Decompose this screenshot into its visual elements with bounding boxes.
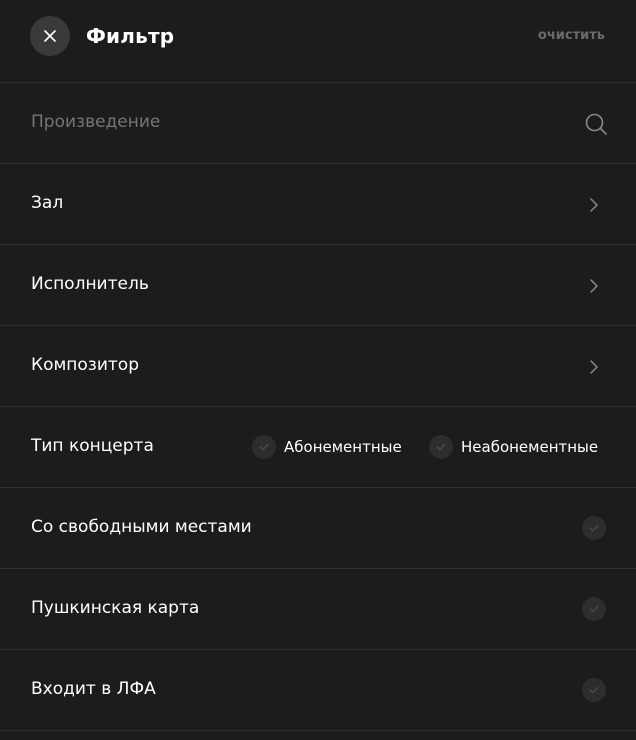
- filter-row-performer[interactable]: Исполнитель: [0, 245, 636, 326]
- option-non-subscription[interactable]: Неабонементные: [429, 435, 598, 459]
- filter-label-hall: Зал: [31, 193, 64, 213]
- chevron-right-icon: [590, 279, 598, 293]
- checkbox-pushkin-card[interactable]: [582, 597, 606, 621]
- option-subscription[interactable]: Абонементные: [252, 435, 402, 459]
- filter-header: Фильтр очистить: [0, 0, 636, 83]
- filter-label-concert-type: Тип концерта: [31, 436, 154, 456]
- checkbox-lfa[interactable]: [582, 678, 606, 702]
- option-label-non-subscription: Неабонементные: [461, 438, 599, 456]
- page-title: Фильтр: [86, 24, 175, 48]
- filter-row-concert-type: Тип концерта Абонементные Неабонементные: [0, 407, 636, 488]
- clear-button[interactable]: очистить: [538, 28, 605, 44]
- checkmark-icon: [589, 524, 599, 532]
- filter-row-lfa[interactable]: Входит в ЛФА: [0, 650, 636, 731]
- search-input[interactable]: Произведение: [31, 111, 160, 133]
- checkmark-icon: [436, 443, 446, 451]
- checkmark-icon: [589, 686, 599, 694]
- filter-row-free-seats[interactable]: Со свободными местами: [0, 488, 636, 569]
- search-icon[interactable]: [584, 112, 608, 136]
- filter-label-free-seats: Со свободными местами: [31, 517, 252, 537]
- option-label-subscription: Абонементные: [284, 438, 402, 456]
- checkmark-icon: [259, 443, 269, 451]
- close-button[interactable]: [30, 16, 70, 56]
- filter-row-pushkin-card[interactable]: Пушкинская карта: [0, 569, 636, 650]
- checkmark-icon: [589, 605, 599, 613]
- filter-label-composer: Композитор: [31, 355, 139, 375]
- filter-row-hall[interactable]: Зал: [0, 164, 636, 245]
- checkbox-free-seats[interactable]: [582, 516, 606, 540]
- close-icon: [44, 30, 56, 42]
- filter-label-pushkin-card: Пушкинская карта: [31, 598, 200, 618]
- checkbox-non-subscription[interactable]: [429, 435, 453, 459]
- filter-label-performer: Исполнитель: [31, 274, 149, 294]
- checkbox-subscription[interactable]: [252, 435, 276, 459]
- filter-label-lfa: Входит в ЛФА: [31, 679, 156, 699]
- chevron-right-icon: [590, 360, 598, 374]
- chevron-right-icon: [590, 198, 598, 212]
- search-row[interactable]: Произведение: [0, 83, 636, 164]
- filter-row-composer[interactable]: Композитор: [0, 326, 636, 407]
